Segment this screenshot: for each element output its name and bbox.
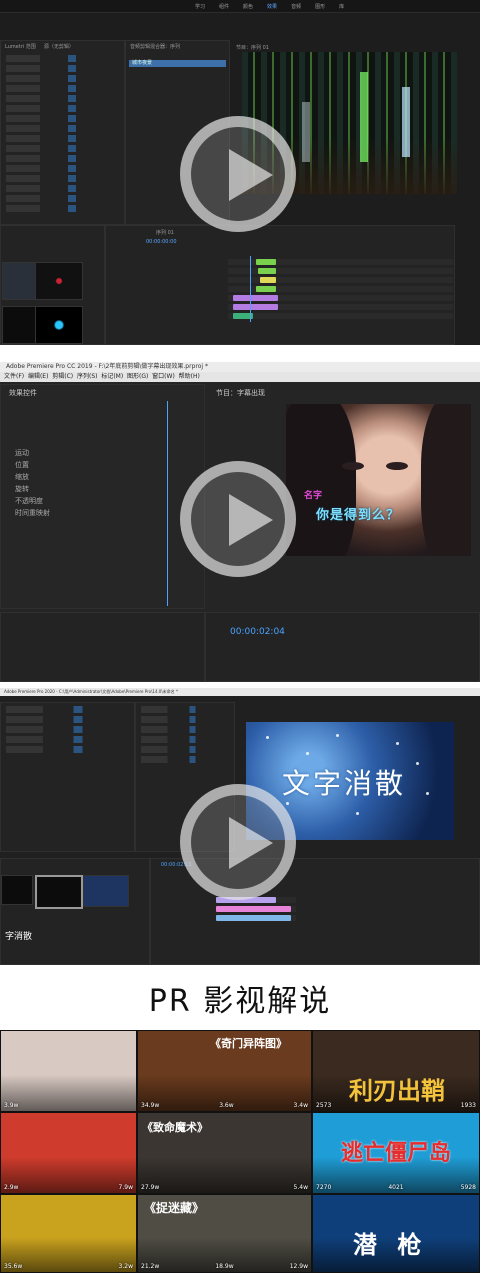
view-count: 3.9w: [4, 1102, 19, 1109]
view-count: 7270: [316, 1184, 332, 1191]
view-count: 34.9w: [141, 1102, 160, 1109]
video-card[interactable]: 35.6w 3.2w: [0, 1194, 137, 1273]
tab-mixer[interactable]: 音频剪辑混合器：序列: [126, 41, 229, 52]
project-panel: 字消散: [0, 858, 150, 965]
video-card[interactable]: 2.9w 7.9w: [0, 1112, 137, 1194]
program-label: 节目：序列 01: [236, 45, 269, 51]
video-card[interactable]: 《奇门异阵图》 34.9w 3.6w 3.4w: [137, 1030, 312, 1112]
play-button[interactable]: [180, 784, 296, 900]
menu-item[interactable]: 剪辑(C): [52, 373, 73, 380]
tab-lumetri[interactable]: Lumetri 范围: [5, 43, 36, 50]
workspace-tab[interactable]: 效果: [267, 3, 277, 10]
video-card[interactable]: 逃亡僵尸岛 7270 4021 5928: [312, 1112, 480, 1194]
video-poster-grid: 3.9w 《奇门异阵图》 34.9w 3.6w 3.4w 利刃出鞘 2573 1933…: [0, 1030, 480, 1273]
video-preview-1[interactable]: 学习 组件 颜色 效果 音频 图形 库 Lumetri 范围 源（无剪辑） 音频…: [0, 0, 480, 345]
play-button[interactable]: [180, 116, 296, 232]
effect-controls-panel: Lumetri 范围 源（无剪辑）: [0, 40, 125, 225]
poster-title: 逃亡僵尸岛: [341, 1141, 452, 1166]
media-thumbnails: [0, 256, 100, 345]
overlay-text: 文字消散: [282, 767, 407, 800]
clip-thumbnail[interactable]: [35, 306, 83, 344]
poster-title: 《奇门异阵图》: [210, 1037, 287, 1050]
view-count: 3.2w: [118, 1263, 133, 1270]
video-card[interactable]: 《捉迷藏》 21.2w 18.9w 12.9w: [137, 1194, 312, 1273]
view-count: 1933: [460, 1102, 476, 1109]
tab-effect-controls[interactable]: 效果控件: [1, 385, 204, 401]
workspace-tab[interactable]: 学习: [195, 3, 205, 10]
video-card[interactable]: 《致命魔术》 27.9w 5.4w: [137, 1112, 312, 1194]
view-count: 2573: [316, 1102, 332, 1109]
property-label: 旋转: [15, 485, 29, 493]
menu-item[interactable]: 标记(M): [101, 373, 123, 380]
workspace-tab[interactable]: 库: [339, 3, 344, 10]
view-count: 18.9w: [215, 1263, 234, 1270]
menu-item[interactable]: 图形(G): [127, 373, 148, 380]
property-label: 位置: [15, 461, 29, 469]
tab-program[interactable]: 节目：字幕出现: [216, 388, 265, 398]
workspace-tab[interactable]: 图形: [315, 3, 325, 10]
poster-title: 《致命魔术》: [142, 1121, 208, 1134]
workspace-tab[interactable]: 音频: [291, 3, 301, 10]
view-count: 21.2w: [141, 1263, 160, 1270]
bin-label: 字消散: [5, 932, 33, 942]
menu-item[interactable]: 帮助(H): [179, 373, 200, 380]
workspace-bar: 学习 组件 颜色 效果 音频 图形 库: [0, 0, 480, 13]
menu-bar: 文件(F) 编辑(E) 剪辑(C) 序列(S) 标记(M) 图形(G) 窗口(W…: [0, 372, 480, 382]
workspace-tab[interactable]: 组件: [219, 3, 229, 10]
view-count: 5.4w: [293, 1184, 308, 1191]
video-card[interactable]: 潜 枪: [312, 1194, 480, 1273]
effect-controls-panel: 效果控件 运动 位置 缩放 旋转 不透明度 时间重映射: [0, 384, 205, 609]
subtitle-line: 你是得到么？: [316, 508, 401, 523]
subtitle-name: 名字: [304, 491, 323, 501]
property-label: 运动: [15, 449, 29, 457]
view-count: 27.9w: [141, 1184, 160, 1191]
view-count: 7.9w: [118, 1184, 133, 1191]
view-count: 12.9w: [289, 1263, 308, 1270]
poster-title: 潜 枪: [353, 1231, 428, 1259]
play-button[interactable]: [180, 461, 296, 577]
view-count: 2.9w: [4, 1184, 19, 1191]
program-monitor-frame: 名字 你是得到么？: [286, 404, 471, 556]
poster-title: 利刃出鞘: [349, 1077, 445, 1105]
window-title: Adobe Premiere Pro 2020 - C:\用户\Administ…: [0, 688, 480, 696]
view-count: 3.6w: [219, 1102, 234, 1109]
sequence-tab[interactable]: 序列 01: [106, 226, 454, 239]
project-panel: [0, 612, 205, 682]
menu-item[interactable]: 文件(F): [4, 373, 24, 380]
tab-source[interactable]: 源（无剪辑）: [44, 43, 74, 50]
clip-bar[interactable]: 城市夜景: [129, 60, 226, 67]
video-card[interactable]: 3.9w: [0, 1030, 137, 1112]
poster-title: 《捉迷藏》: [144, 1201, 205, 1215]
timeline-panel[interactable]: 00:00:02:04: [205, 612, 480, 682]
page-title: PR 影视解说: [148, 984, 332, 1019]
workspace-tab[interactable]: 颜色: [243, 3, 253, 10]
view-count: 3.4w: [293, 1102, 308, 1109]
property-label: 缩放: [15, 473, 29, 481]
view-count: 5928: [460, 1184, 476, 1191]
view-count: 4021: [388, 1184, 404, 1191]
menu-item[interactable]: 窗口(W): [152, 373, 175, 380]
timecode: 00:00:02:04: [230, 627, 285, 637]
menu-item[interactable]: 序列(S): [77, 373, 98, 380]
menu-item[interactable]: 编辑(E): [28, 373, 48, 380]
window-title: Adobe Premiere Pro CC 2019 - F:\2年底前剪辑\做…: [0, 362, 480, 372]
property-label: 时间重映射: [15, 509, 50, 517]
video-card[interactable]: 利刃出鞘 2573 1933: [312, 1030, 480, 1112]
effect-controls-panel: [0, 702, 135, 852]
property-label: 不透明度: [15, 497, 43, 505]
clip-thumbnail[interactable]: [35, 262, 83, 300]
timecode: 00:00:00:00: [146, 239, 177, 245]
timeline-panel[interactable]: 序列 01 00:00:00:00: [105, 225, 455, 345]
view-count: 35.6w: [4, 1263, 23, 1270]
